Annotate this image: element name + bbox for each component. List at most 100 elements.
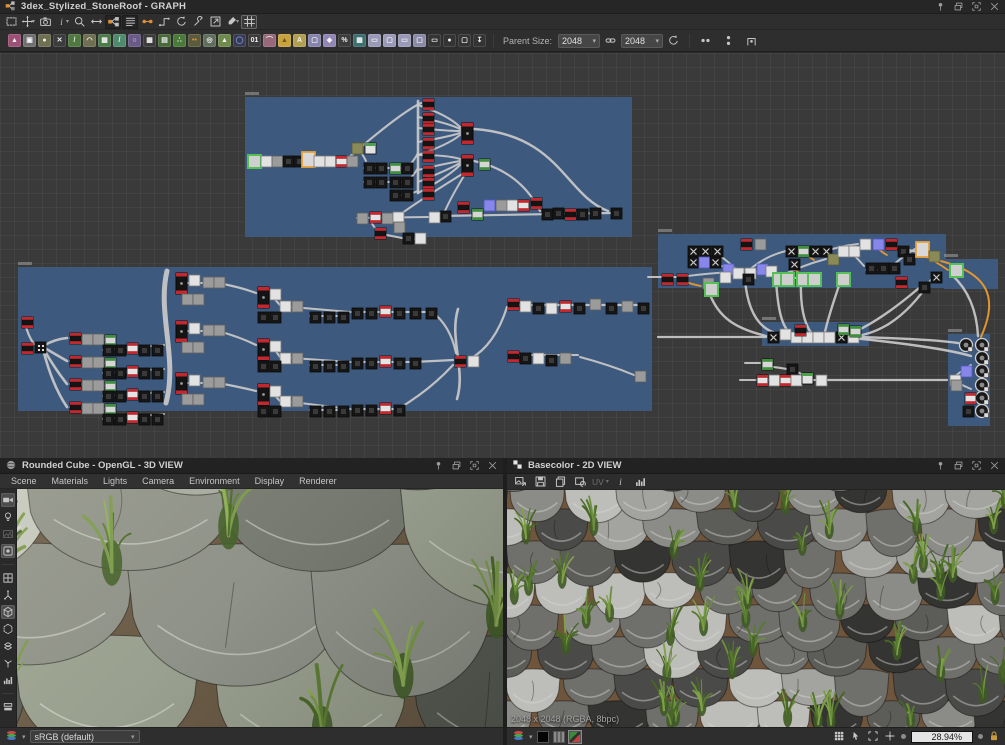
graph-node[interactable] <box>635 371 646 382</box>
swirl-node-icon[interactable]: ◎ <box>203 34 216 47</box>
blur-node-icon[interactable]: ● <box>38 34 51 47</box>
gizmo-axis-icon[interactable] <box>1 588 15 602</box>
frame-node-d-icon[interactable]: ▢ <box>413 34 426 47</box>
snap-align-icon[interactable] <box>743 33 760 48</box>
frame-node-b-icon[interactable]: ▢ <box>383 34 396 47</box>
bulb-icon[interactable] <box>1 510 15 524</box>
small-frame-node-icon[interactable]: ▢ <box>458 34 471 47</box>
graph-node[interactable] <box>82 357 93 368</box>
marquee-select-icon[interactable] <box>3 15 19 29</box>
graph-node[interactable] <box>347 156 358 167</box>
link-sizes-icon[interactable] <box>602 33 619 48</box>
graph-node[interactable] <box>813 332 824 343</box>
graph-node[interactable] <box>270 341 281 352</box>
graph-node[interactable] <box>193 342 204 353</box>
graph-node[interactable] <box>292 301 303 312</box>
maximize-icon[interactable] <box>971 1 982 12</box>
close-icon[interactable] <box>487 460 498 471</box>
rotate-edit-icon[interactable] <box>173 15 189 29</box>
background-gray-swatch[interactable] <box>553 731 565 743</box>
graph-node[interactable] <box>816 375 827 386</box>
graph-node-selected[interactable] <box>248 155 261 168</box>
graph-node[interactable] <box>352 143 363 154</box>
tile-grid-icon[interactable] <box>833 730 845 744</box>
graph-node[interactable] <box>182 342 193 353</box>
graph-node[interactable] <box>590 299 601 310</box>
directional-warp-node-icon[interactable]: ✕ <box>53 34 66 47</box>
paintbrush-icon[interactable]: ▾ <box>224 15 240 29</box>
channels-icon[interactable] <box>512 729 525 744</box>
graph-node[interactable] <box>214 377 225 388</box>
pin-node-icon[interactable]: ● <box>443 34 456 47</box>
graph-node-highlighted[interactable] <box>302 152 315 167</box>
graph-node[interactable] <box>280 301 291 312</box>
graph-node[interactable] <box>394 222 405 233</box>
graph-node[interactable] <box>203 277 214 288</box>
pin-icon[interactable] <box>935 460 946 471</box>
graph-node[interactable] <box>270 386 281 397</box>
graph-node[interactable] <box>496 200 507 211</box>
graph-node[interactable] <box>35 342 46 353</box>
menu-materials[interactable]: Materials <box>46 475 95 487</box>
graph-node[interactable] <box>484 200 495 211</box>
graph-node[interactable] <box>769 375 780 386</box>
menu-camera[interactable]: Camera <box>136 475 180 487</box>
frame-fit-icon[interactable] <box>867 730 879 744</box>
graph-node[interactable] <box>314 156 325 167</box>
graph-node[interactable] <box>873 239 884 250</box>
graph-node[interactable] <box>951 380 962 391</box>
channel-rgb-swatch[interactable] <box>569 731 581 743</box>
comment-node-icon[interactable]: ▭ <box>428 34 441 47</box>
text-node-icon[interactable]: A <box>293 34 306 47</box>
tile-sampler-node-icon[interactable]: ▦ <box>143 34 156 47</box>
graph-node[interactable] <box>429 212 440 223</box>
info-icon[interactable]: i▾ <box>54 15 70 29</box>
parent-size-width-select[interactable]: 2048▾ <box>558 34 600 48</box>
pan-cross-icon[interactable] <box>884 730 896 744</box>
zoom-icon[interactable] <box>71 15 87 29</box>
image-transform-icon[interactable] <box>572 475 588 489</box>
graph-node[interactable] <box>93 357 104 368</box>
graph-node[interactable] <box>860 239 871 250</box>
graph-node[interactable] <box>93 403 104 414</box>
export-view-icon[interactable] <box>207 15 223 29</box>
parent-size-height-select[interactable]: 2048▾ <box>621 34 663 48</box>
save-icon[interactable] <box>532 475 548 489</box>
graph-node[interactable] <box>325 156 336 167</box>
graph-node[interactable] <box>824 332 835 343</box>
close-icon[interactable] <box>989 1 1000 12</box>
uv-mode-dropdown[interactable]: UV▾ <box>592 477 609 487</box>
graph-node[interactable] <box>520 301 531 312</box>
camera-snapshot-icon[interactable] <box>37 15 53 29</box>
maximize-icon[interactable] <box>469 460 480 471</box>
graph-node[interactable] <box>189 275 200 286</box>
uv-grid-icon[interactable] <box>1 571 15 585</box>
splatter-node-icon[interactable]: ∴ <box>173 34 186 47</box>
frame-grid-icon[interactable] <box>241 15 257 29</box>
graph-node[interactable] <box>93 380 104 391</box>
extrude-node-icon[interactable]: ▤ <box>158 34 171 47</box>
menu-renderer[interactable]: Renderer <box>293 475 343 487</box>
graph-node[interactable] <box>507 200 518 211</box>
graph-node[interactable] <box>93 334 104 345</box>
graph-node[interactable] <box>699 257 710 268</box>
graph-node[interactable] <box>214 277 225 288</box>
reset-size-icon[interactable] <box>665 33 682 48</box>
transform-node-icon[interactable]: ▦ <box>98 34 111 47</box>
close-icon[interactable] <box>989 460 1000 471</box>
layer-stack-icon[interactable] <box>1 700 15 714</box>
wrench-tools-icon[interactable] <box>190 15 206 29</box>
link-nodes-icon[interactable] <box>139 15 155 29</box>
graph-node[interactable] <box>203 377 214 388</box>
graph-node[interactable] <box>272 156 283 167</box>
shape-node-icon[interactable]: ○ <box>128 34 141 47</box>
graph-node[interactable] <box>929 251 940 262</box>
binary-node-icon[interactable]: 01 <box>248 34 261 47</box>
lock-icon[interactable] <box>988 730 1000 744</box>
env-image-icon[interactable] <box>1 527 15 541</box>
percent-node-icon[interactable]: % <box>338 34 351 47</box>
info-italic-icon[interactable]: i <box>613 475 629 489</box>
graph-node[interactable] <box>838 246 849 257</box>
slope-node-icon[interactable]: / <box>68 34 81 47</box>
graph-node[interactable] <box>280 353 291 364</box>
